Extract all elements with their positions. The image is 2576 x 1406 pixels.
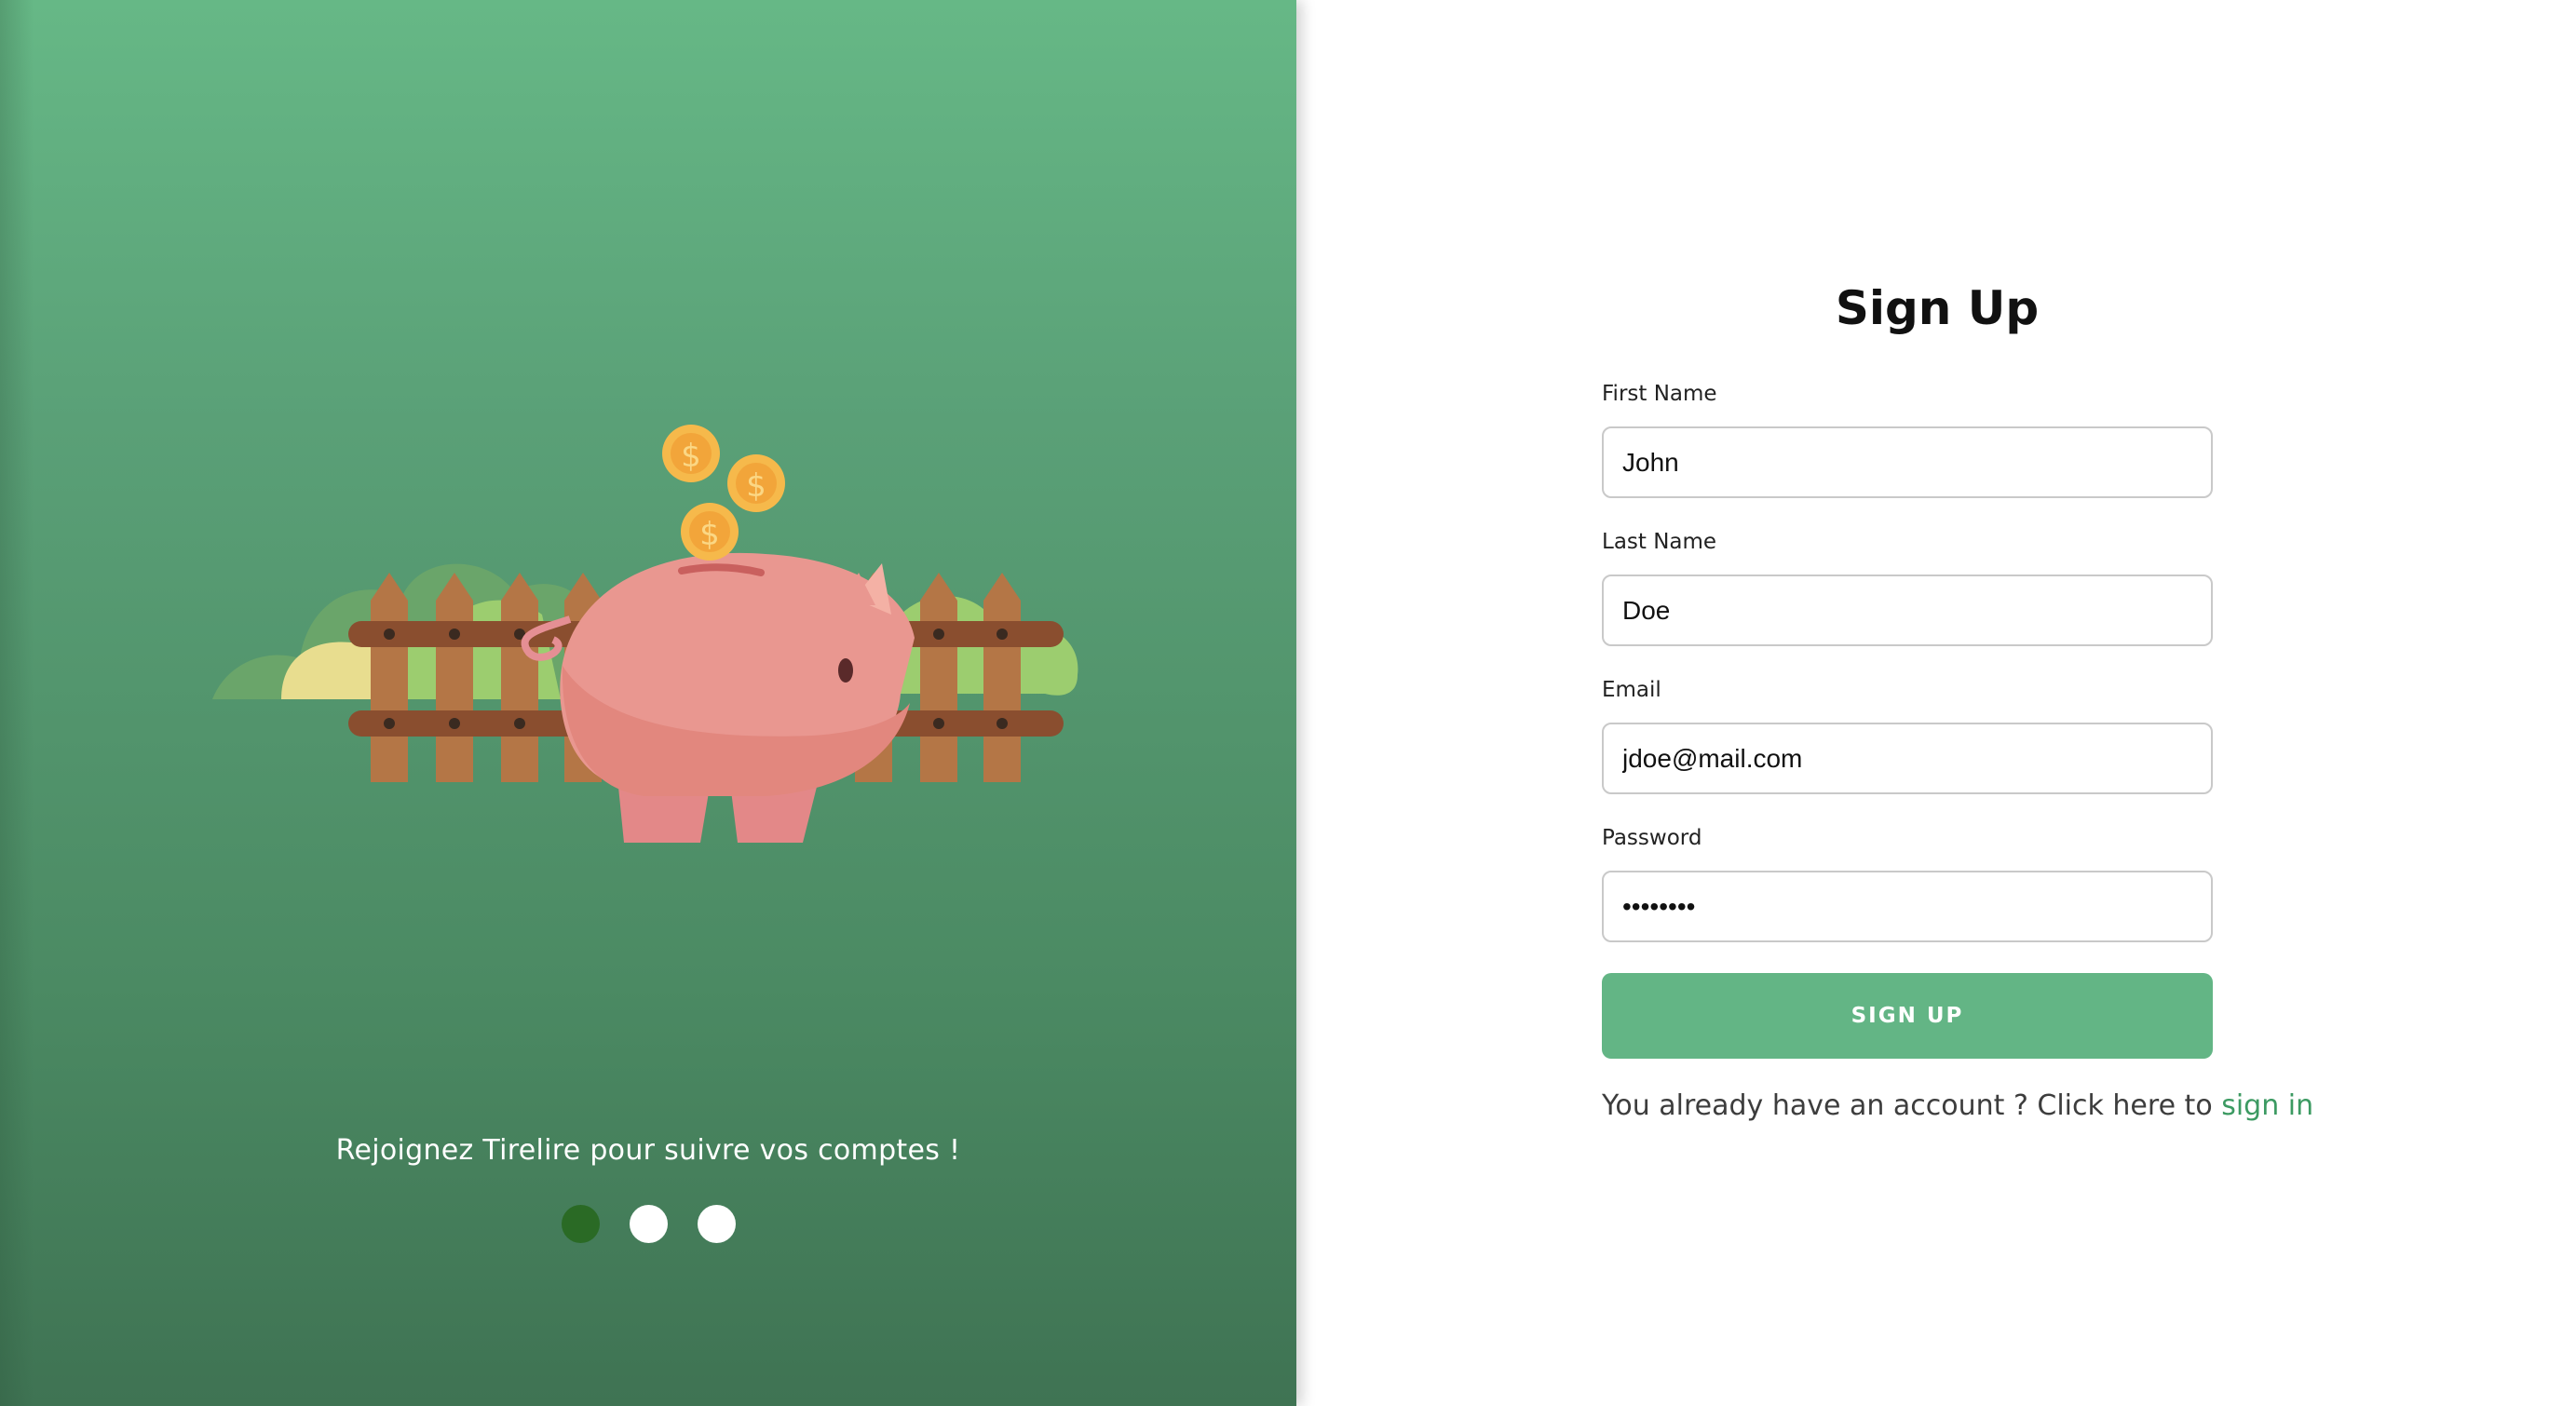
carousel-dot-3[interactable] [697, 1205, 736, 1243]
signup-page: $ $ $ Rejoignez Tirelire pour suivre vos… [0, 0, 2576, 1406]
first-name-input[interactable] [1602, 426, 2213, 498]
sign-in-prompt-text: You already have an account ? Click here… [1602, 1089, 2222, 1122]
coin-icon: $ [727, 454, 785, 512]
onboarding-panel: $ $ $ Rejoignez Tirelire pour suivre vos… [0, 0, 1296, 1406]
piggy-bank-illustration: $ $ $ [212, 425, 1078, 843]
coins: $ $ $ [662, 425, 785, 561]
page-title: Sign Up [1835, 281, 2040, 335]
svg-text:$: $ [746, 467, 766, 505]
onboarding-tagline: Rejoignez Tirelire pour suivre vos compt… [335, 1134, 961, 1167]
coin-icon: $ [681, 503, 739, 561]
first-name-label: First Name [1602, 382, 1717, 406]
password-input[interactable] [1602, 871, 2213, 942]
email-label: Email [1602, 678, 1661, 702]
svg-text:$: $ [681, 438, 701, 475]
carousel-dot-1[interactable] [561, 1205, 600, 1243]
coin-icon: $ [662, 425, 720, 482]
sign-up-button[interactable]: SIGN UP [1602, 973, 2213, 1059]
last-name-input[interactable] [1602, 575, 2213, 646]
svg-text:$: $ [699, 516, 720, 553]
password-label: Password [1602, 826, 1702, 850]
last-name-label: Last Name [1602, 530, 1717, 554]
sign-in-link[interactable]: sign in [2221, 1089, 2313, 1122]
sign-in-prompt: You already have an account ? Click here… [1602, 1089, 2313, 1122]
email-input[interactable] [1602, 723, 2213, 794]
carousel-dots [0, 1205, 1296, 1243]
carousel-dot-2[interactable] [629, 1205, 668, 1243]
